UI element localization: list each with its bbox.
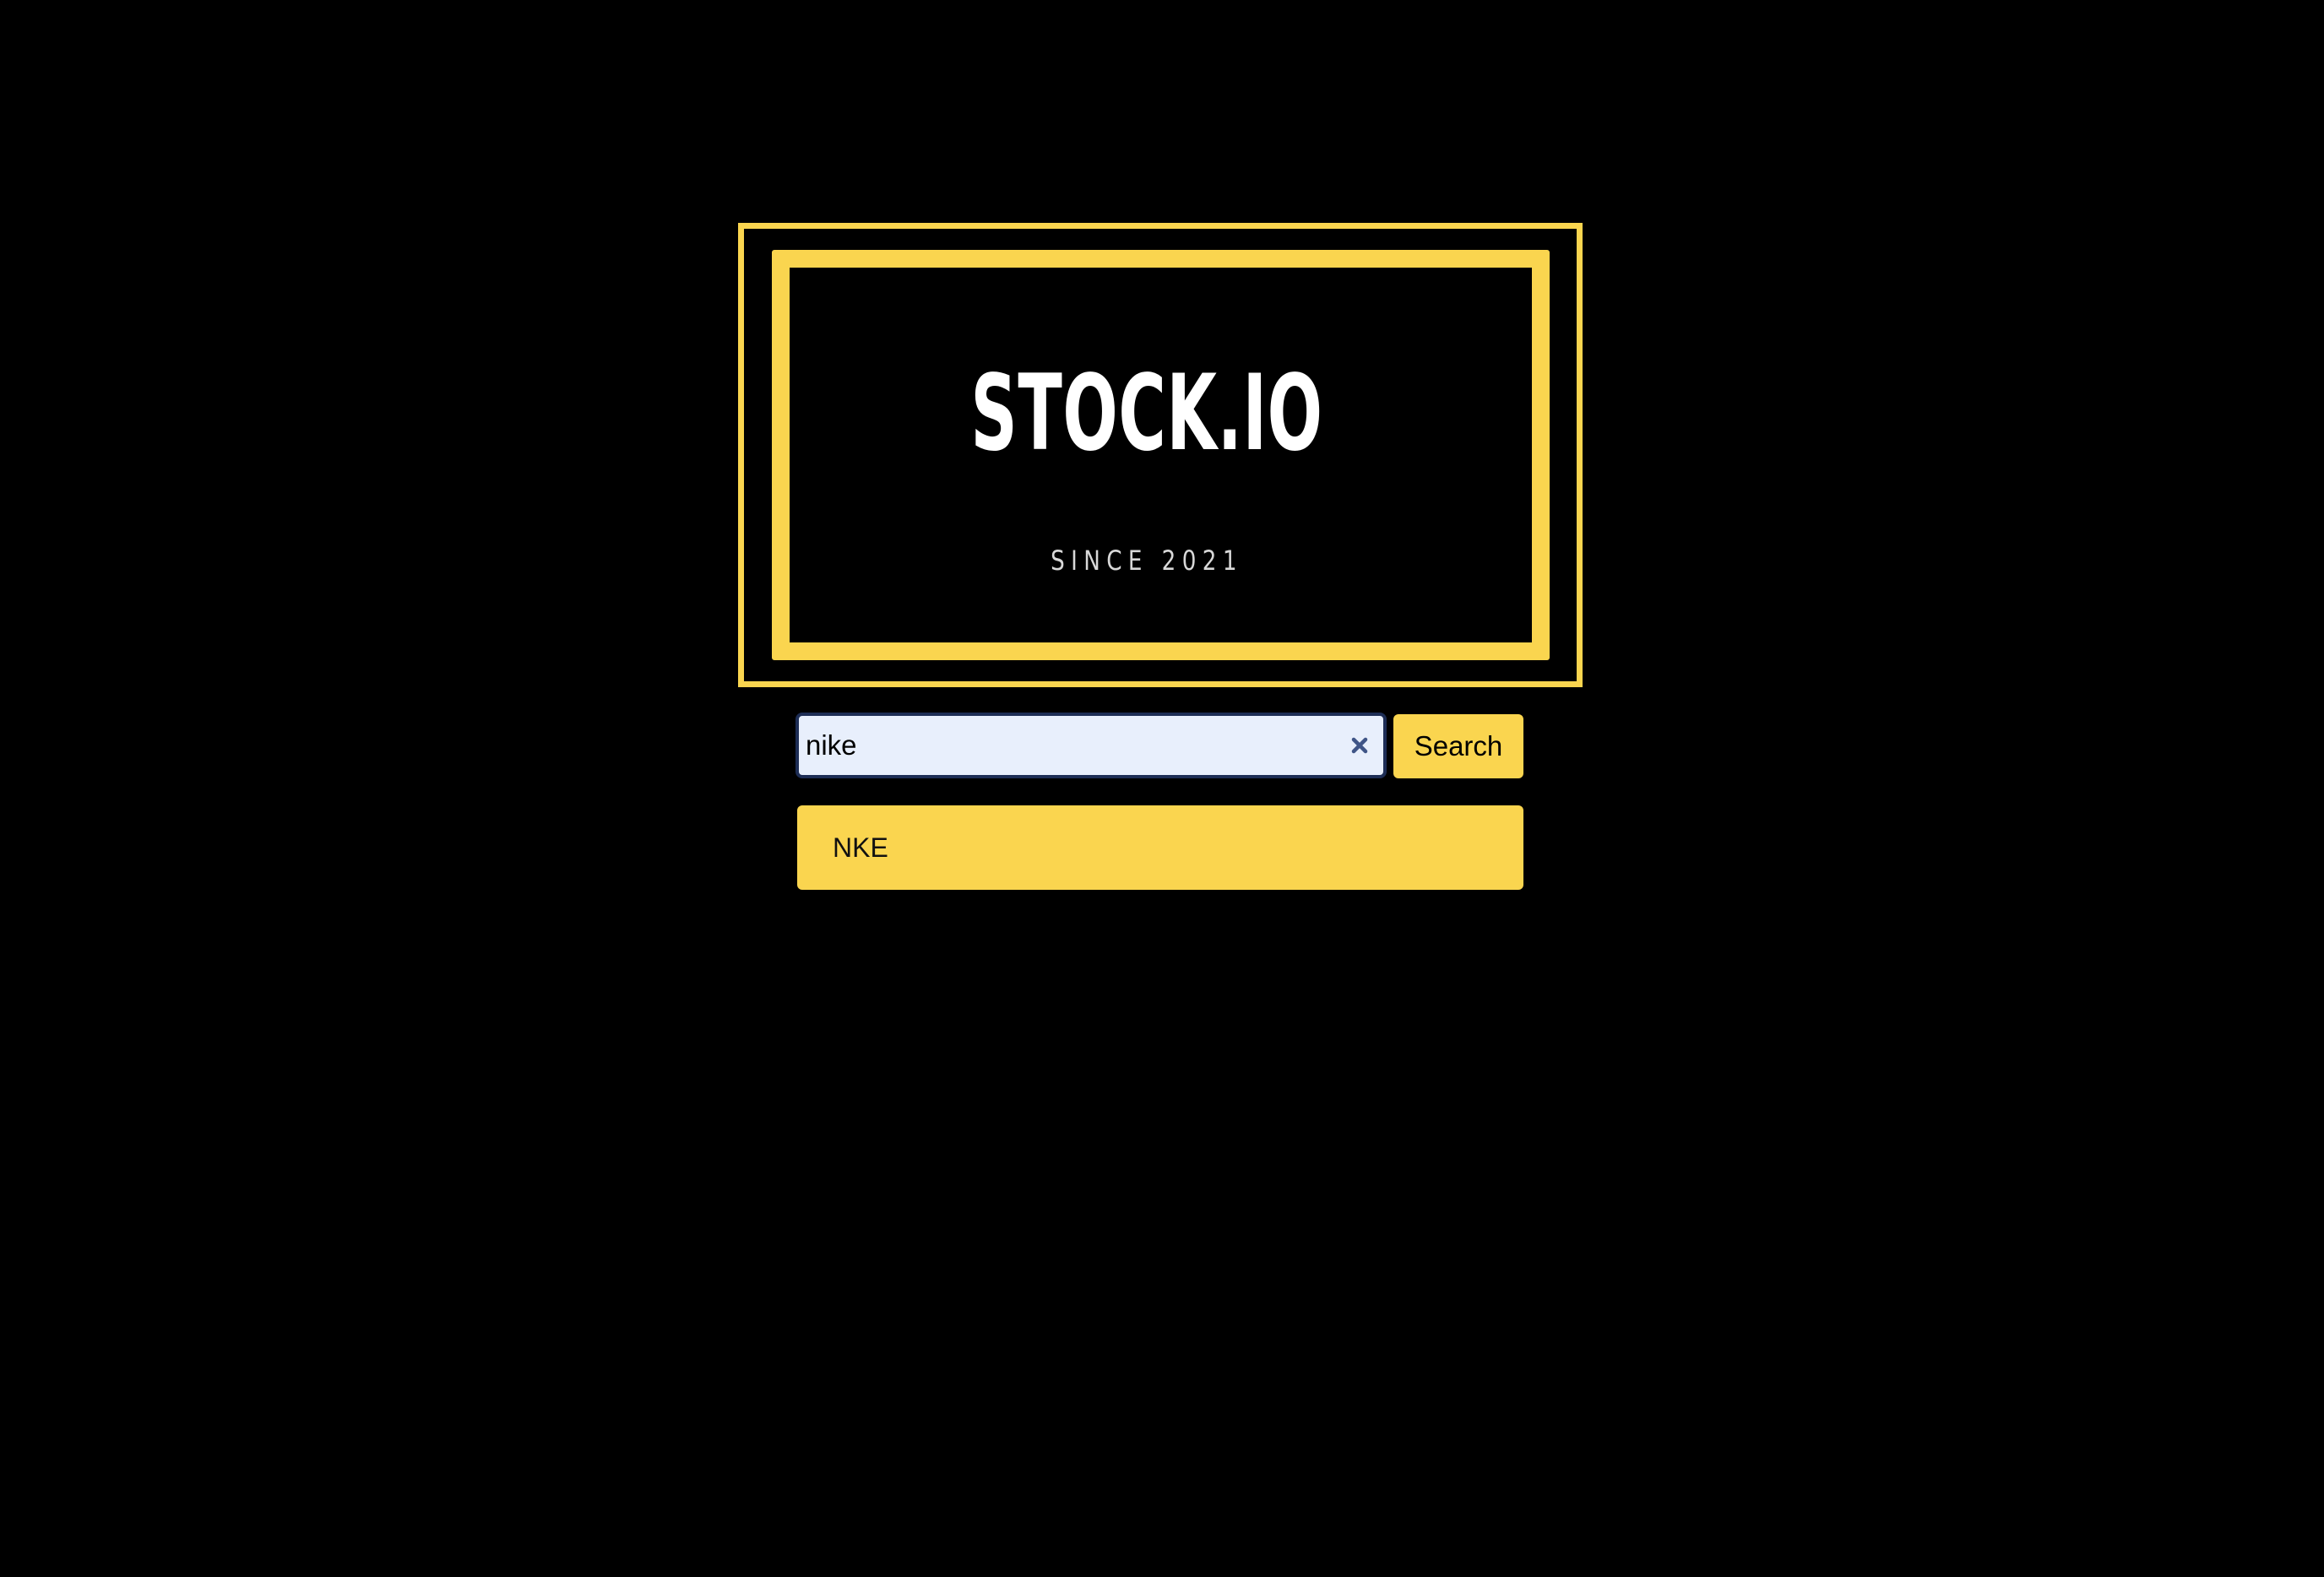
logo-title: STOCK.IO bbox=[970, 353, 1323, 474]
search-button[interactable]: Search bbox=[1393, 714, 1523, 778]
search-field[interactable] bbox=[795, 713, 1387, 778]
search-input[interactable] bbox=[806, 716, 1312, 775]
logo-subtitle: SINCE 2021 bbox=[1051, 545, 1243, 577]
close-icon[interactable] bbox=[1344, 730, 1375, 761]
search-result-label: NKE bbox=[833, 832, 888, 863]
search-result-item[interactable]: NKE bbox=[797, 805, 1523, 890]
